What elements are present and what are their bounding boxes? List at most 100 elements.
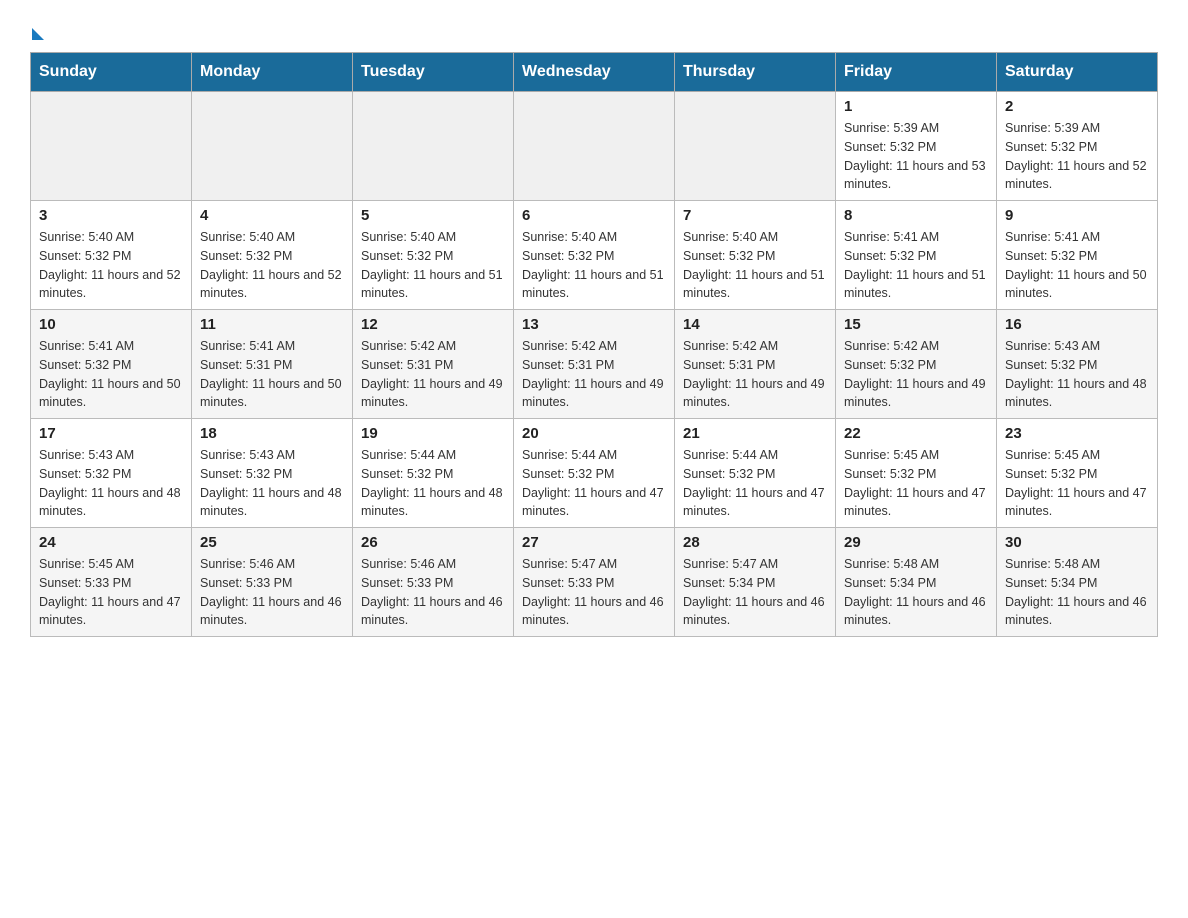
calendar-cell: 14 Sunrise: 5:42 AMSunset: 5:31 PMDayligh… [675,310,836,419]
day-number: 6 [522,207,666,224]
day-number: 2 [1005,98,1149,115]
day-info: Sunrise: 5:40 AMSunset: 5:32 PMDaylight:… [683,228,827,303]
calendar-cell: 6 Sunrise: 5:40 AMSunset: 5:32 PMDaylight… [514,201,675,310]
calendar-cell: 7 Sunrise: 5:40 AMSunset: 5:32 PMDaylight… [675,201,836,310]
calendar-cell: 15 Sunrise: 5:42 AMSunset: 5:32 PMDayligh… [836,310,997,419]
day-info: Sunrise: 5:46 AMSunset: 5:33 PMDaylight:… [361,555,505,630]
day-info: Sunrise: 5:41 AMSunset: 5:32 PMDaylight:… [39,337,183,412]
day-number: 1 [844,98,988,115]
day-info: Sunrise: 5:48 AMSunset: 5:34 PMDaylight:… [1005,555,1149,630]
day-number: 5 [361,207,505,224]
calendar-cell: 23 Sunrise: 5:45 AMSunset: 5:32 PMDayligh… [997,419,1158,528]
calendar-cell: 25Sunrise: 5:46 AMSunset: 5:33 PMDayligh… [192,528,353,637]
day-number: 30 [1005,534,1149,551]
calendar-cell: 20 Sunrise: 5:44 AMSunset: 5:32 PMDayligh… [514,419,675,528]
day-number: 22 [844,425,988,442]
header-friday: Friday [836,53,997,92]
day-info: Sunrise: 5:44 AMSunset: 5:32 PMDaylight:… [522,446,666,521]
header-thursday: Thursday [675,53,836,92]
calendar-row: 24 Sunrise: 5:45 AMSunset: 5:33 PMDayligh… [31,528,1158,637]
day-info: Sunrise: 5:43 AMSunset: 5:32 PMDaylight:… [39,446,183,521]
day-info: Sunrise: 5:48 AMSunset: 5:34 PMDaylight:… [844,555,988,630]
day-number: 4 [200,207,344,224]
day-info: Sunrise: 5:40 AMSunset: 5:32 PMDaylight:… [522,228,666,303]
calendar-cell: 4 Sunrise: 5:40 AMSunset: 5:32 PMDaylight… [192,201,353,310]
calendar-table: SundayMondayTuesdayWednesdayThursdayFrid… [30,52,1158,637]
day-number: 21 [683,425,827,442]
day-number: 20 [522,425,666,442]
calendar-cell: 3 Sunrise: 5:40 AMSunset: 5:32 PMDaylight… [31,201,192,310]
day-number: 14 [683,316,827,333]
header-tuesday: Tuesday [353,53,514,92]
calendar-row: 17 Sunrise: 5:43 AMSunset: 5:32 PMDayligh… [31,419,1158,528]
header-sunday: Sunday [31,53,192,92]
day-info: Sunrise: 5:39 AMSunset: 5:32 PMDaylight:… [1005,119,1149,194]
day-info: Sunrise: 5:45 AMSunset: 5:32 PMDaylight:… [1005,446,1149,521]
calendar-cell: 26 Sunrise: 5:46 AMSunset: 5:33 PMDayligh… [353,528,514,637]
day-number: 17 [39,425,183,442]
calendar-cell: 9 Sunrise: 5:41 AMSunset: 5:32 PMDaylight… [997,201,1158,310]
day-info: Sunrise: 5:47 AMSunset: 5:34 PMDaylight:… [683,555,827,630]
day-info: Sunrise: 5:43 AMSunset: 5:32 PMDaylight:… [1005,337,1149,412]
calendar-cell: 29 Sunrise: 5:48 AMSunset: 5:34 PMDayligh… [836,528,997,637]
page-header [30,20,1158,36]
day-info: Sunrise: 5:42 AMSunset: 5:31 PMDaylight:… [361,337,505,412]
day-info: Sunrise: 5:42 AMSunset: 5:31 PMDaylight:… [683,337,827,412]
calendar-cell: 5Sunrise: 5:40 AMSunset: 5:32 PMDaylight… [353,201,514,310]
calendar-cell: 13Sunrise: 5:42 AMSunset: 5:31 PMDayligh… [514,310,675,419]
header-monday: Monday [192,53,353,92]
day-number: 24 [39,534,183,551]
calendar-cell: 1 Sunrise: 5:39 AMSunset: 5:32 PMDaylight… [836,92,997,201]
day-info: Sunrise: 5:43 AMSunset: 5:32 PMDaylight:… [200,446,344,521]
day-info: Sunrise: 5:44 AMSunset: 5:32 PMDaylight:… [683,446,827,521]
day-number: 18 [200,425,344,442]
day-info: Sunrise: 5:45 AMSunset: 5:32 PMDaylight:… [844,446,988,521]
calendar-cell [31,92,192,201]
calendar-row: 3 Sunrise: 5:40 AMSunset: 5:32 PMDaylight… [31,201,1158,310]
calendar-cell: 19Sunrise: 5:44 AMSunset: 5:32 PMDayligh… [353,419,514,528]
calendar-row: 1 Sunrise: 5:39 AMSunset: 5:32 PMDaylight… [31,92,1158,201]
calendar-cell: 18 Sunrise: 5:43 AMSunset: 5:32 PMDayligh… [192,419,353,528]
day-info: Sunrise: 5:47 AMSunset: 5:33 PMDaylight:… [522,555,666,630]
weekday-header-row: SundayMondayTuesdayWednesdayThursdayFrid… [31,53,1158,92]
logo-triangle-icon [32,28,44,40]
day-number: 26 [361,534,505,551]
day-info: Sunrise: 5:39 AMSunset: 5:32 PMDaylight:… [844,119,988,194]
calendar-cell: 11Sunrise: 5:41 AMSunset: 5:31 PMDayligh… [192,310,353,419]
day-number: 9 [1005,207,1149,224]
calendar-cell: 28Sunrise: 5:47 AMSunset: 5:34 PMDayligh… [675,528,836,637]
calendar-cell: 10 Sunrise: 5:41 AMSunset: 5:32 PMDayligh… [31,310,192,419]
day-info: Sunrise: 5:41 AMSunset: 5:32 PMDaylight:… [1005,228,1149,303]
day-info: Sunrise: 5:40 AMSunset: 5:32 PMDaylight:… [200,228,344,303]
day-number: 15 [844,316,988,333]
calendar-cell: 21 Sunrise: 5:44 AMSunset: 5:32 PMDayligh… [675,419,836,528]
calendar-cell: 30 Sunrise: 5:48 AMSunset: 5:34 PMDayligh… [997,528,1158,637]
day-number: 19 [361,425,505,442]
day-number: 8 [844,207,988,224]
header-wednesday: Wednesday [514,53,675,92]
calendar-cell: 24 Sunrise: 5:45 AMSunset: 5:33 PMDayligh… [31,528,192,637]
day-number: 29 [844,534,988,551]
day-info: Sunrise: 5:41 AMSunset: 5:32 PMDaylight:… [844,228,988,303]
day-number: 10 [39,316,183,333]
calendar-cell: 27 Sunrise: 5:47 AMSunset: 5:33 PMDayligh… [514,528,675,637]
calendar-cell: 17 Sunrise: 5:43 AMSunset: 5:32 PMDayligh… [31,419,192,528]
day-info: Sunrise: 5:42 AMSunset: 5:31 PMDaylight:… [522,337,666,412]
day-info: Sunrise: 5:41 AMSunset: 5:31 PMDaylight:… [200,337,344,412]
calendar-cell: 8 Sunrise: 5:41 AMSunset: 5:32 PMDaylight… [836,201,997,310]
day-info: Sunrise: 5:40 AMSunset: 5:32 PMDaylight:… [39,228,183,303]
day-number: 12 [361,316,505,333]
day-number: 3 [39,207,183,224]
day-number: 23 [1005,425,1149,442]
calendar-cell [353,92,514,201]
day-info: Sunrise: 5:42 AMSunset: 5:32 PMDaylight:… [844,337,988,412]
day-number: 27 [522,534,666,551]
day-info: Sunrise: 5:45 AMSunset: 5:33 PMDaylight:… [39,555,183,630]
calendar-cell: 16Sunrise: 5:43 AMSunset: 5:32 PMDayligh… [997,310,1158,419]
calendar-cell: 2 Sunrise: 5:39 AMSunset: 5:32 PMDaylight… [997,92,1158,201]
calendar-cell [675,92,836,201]
calendar-cell [514,92,675,201]
header-saturday: Saturday [997,53,1158,92]
calendar-cell: 22 Sunrise: 5:45 AMSunset: 5:32 PMDayligh… [836,419,997,528]
day-number: 7 [683,207,827,224]
